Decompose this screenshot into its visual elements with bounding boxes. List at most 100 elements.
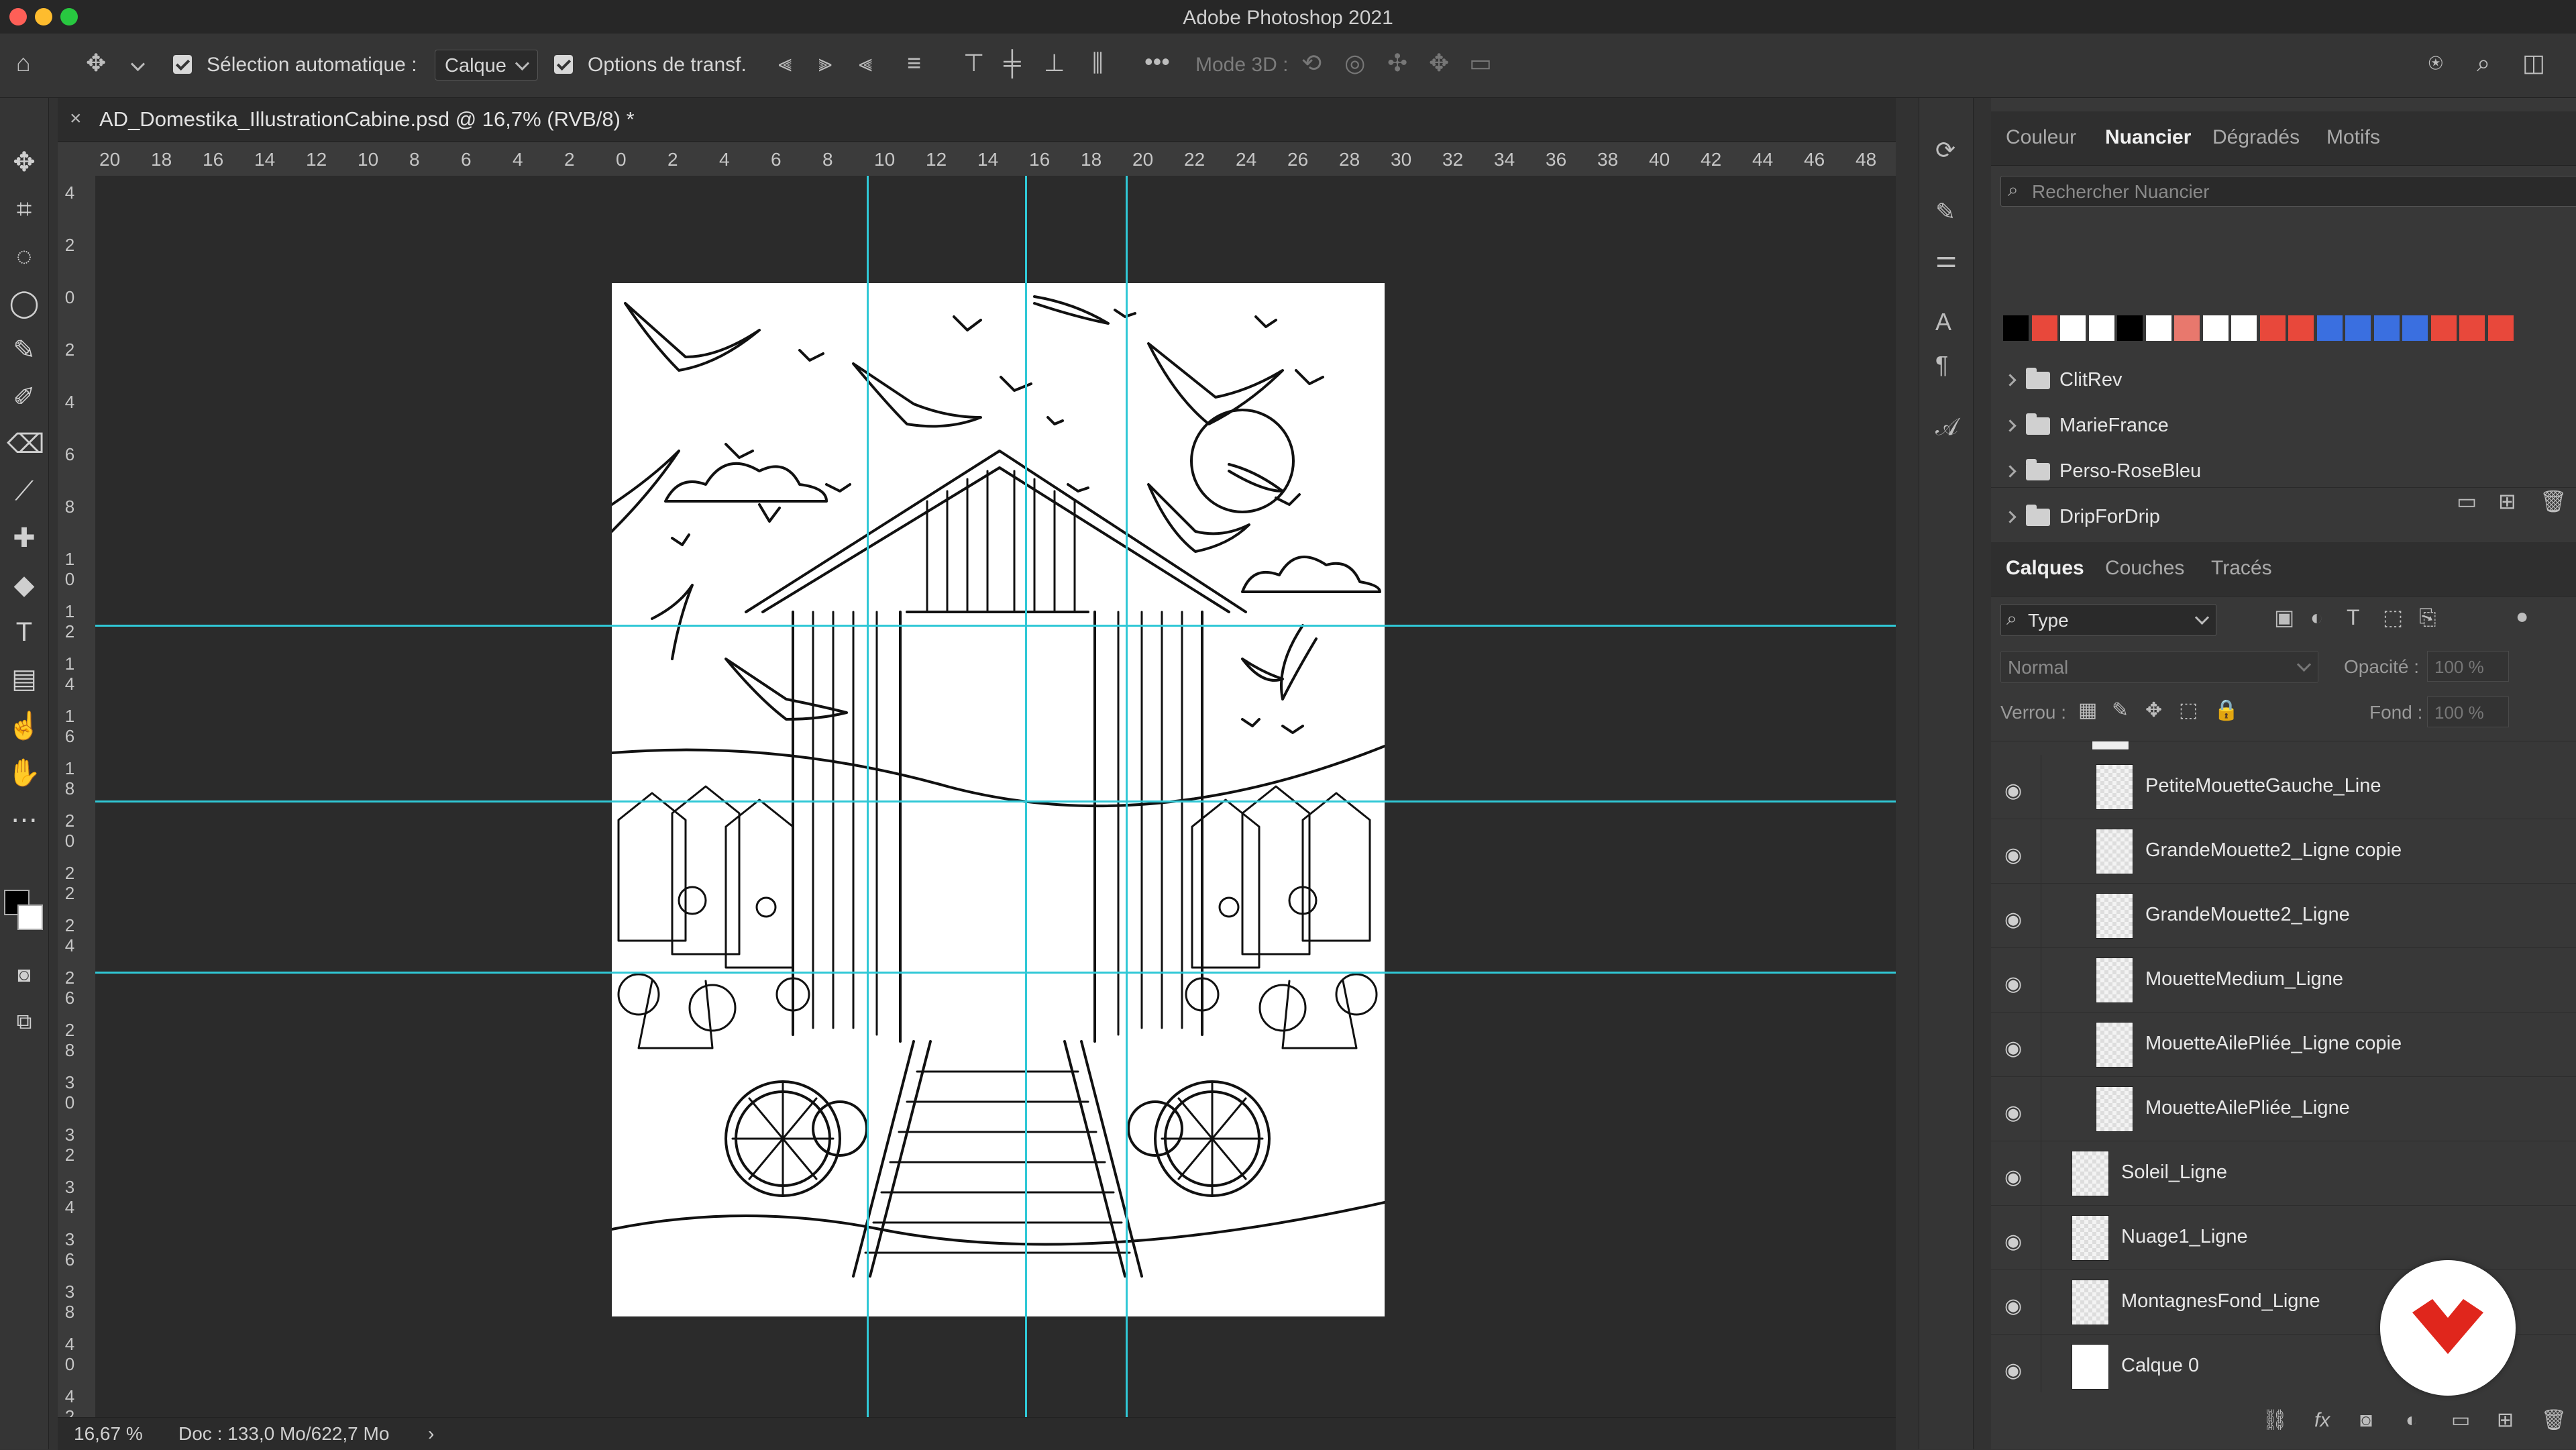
visibility-eye-icon[interactable]: ◉ (2004, 1037, 2022, 1060)
paint-bucket-tool-icon[interactable]: ◆ (7, 568, 42, 603)
color-swatch[interactable] (2288, 315, 2314, 341)
lock-artboard-icon[interactable]: ⬚ (2179, 701, 2198, 721)
layer-thumbnail[interactable] (2072, 1215, 2109, 1261)
tab-traces[interactable]: Tracés (2211, 557, 2272, 580)
layer-thumbnail[interactable] (2072, 1151, 2109, 1196)
guide-vertical-3[interactable] (1126, 176, 1128, 1417)
layer-filter-dropdown[interactable]: ⌕ Type (2000, 604, 2216, 636)
color-swatch[interactable] (2459, 315, 2485, 341)
layer-name[interactable]: Nuage1_Ligne (2121, 1226, 2248, 1248)
chevron-right-icon[interactable] (2004, 374, 2017, 386)
brush-settings-icon[interactable]: ✎ (1935, 200, 1955, 224)
visibility-eye-icon[interactable]: ◉ (2004, 1359, 2022, 1382)
filter-shape-icon[interactable]: ⬚ (2383, 607, 2403, 628)
color-swatch[interactable] (2316, 315, 2343, 341)
vertical-ruler[interactable]: 4 2 0 2 4 6 8 1 0 1 2 1 4 1 6 1 8 2 0 2 2 2 4 2 6 2 8 3 0… (58, 176, 96, 1427)
color-swatch[interactable] (2345, 315, 2371, 341)
layer-thumbnail[interactable] (2096, 957, 2133, 1003)
layer-thumbnail[interactable] (2096, 829, 2133, 874)
guide-horizontal-2[interactable] (95, 800, 1896, 802)
tab-couleur[interactable]: Couleur (2006, 126, 2076, 149)
hand-tool-icon[interactable]: ✋ (7, 756, 42, 790)
new-group-folder-icon[interactable]: ▭ (2457, 490, 2477, 512)
layer-row[interactable]: ◉ MouetteMedium_Ligne (1991, 948, 2576, 1013)
swatch-group-item[interactable]: MarieFrance (1991, 404, 2576, 450)
layer-name[interactable]: MouetteAilePliée_Ligne copie (2145, 1033, 2402, 1055)
auto-select-checkbox[interactable] (173, 55, 192, 74)
align-center-h-icon[interactable]: ⫸ (818, 51, 832, 75)
glyphs-icon[interactable]: 𝒜 (1935, 415, 1958, 439)
move-tool-icon[interactable]: ✥ (86, 51, 106, 75)
new-layer-icon[interactable]: ⊞ (2497, 1410, 2514, 1431)
type-tool-icon[interactable]: T (7, 615, 42, 650)
adjustments-icon[interactable]: ⚌ (1935, 247, 1957, 271)
filter-pixel-icon[interactable]: ▣ (2274, 607, 2294, 628)
delete-swatch-icon[interactable]: 🗑 (2540, 490, 2567, 512)
layer-thumbnail[interactable] (2096, 764, 2133, 810)
layer-thumbnail[interactable] (2072, 1280, 2109, 1325)
visibility-eye-icon[interactable]: ◉ (2004, 972, 2022, 996)
horizontal-ruler[interactable]: 20 18 16 14 12 10 8 6 4 2 0 2 4 6 8 10 12 14 16 18 20 22 24 26 2… (58, 142, 1896, 176)
color-swatch[interactable] (2060, 315, 2086, 341)
filter-toggle-icon[interactable]: ● (2516, 605, 2528, 627)
align-middle-icon[interactable]: ╪ (1004, 51, 1021, 75)
layer-style-fx-icon[interactable]: fx (2314, 1410, 2330, 1431)
tool-preset-chevron-down-icon[interactable] (130, 56, 146, 72)
more-tools-icon[interactable]: ⋯ (7, 802, 42, 837)
crop-tool-icon[interactable]: ⌗ (7, 192, 42, 227)
color-swatch[interactable] (2402, 315, 2428, 341)
screen-mode-icon[interactable]: ⧉ (7, 1004, 42, 1039)
link-layers-icon[interactable]: ⛓ (2262, 1410, 2288, 1431)
healing-tool-icon[interactable]: ✚ (7, 521, 42, 556)
lock-position-icon[interactable]: ✥ (2145, 701, 2162, 721)
layer-row[interactable]: ◉ GrandeMouette2_Ligne copie (1991, 819, 2576, 884)
background-color-swatch[interactable] (17, 904, 43, 930)
layer-thumbnail[interactable] (2096, 1022, 2133, 1068)
fill-input[interactable]: 100 % (2427, 696, 2509, 727)
filter-type-icon[interactable]: T (2347, 607, 2360, 628)
visibility-eye-icon[interactable]: ◉ (2004, 1166, 2022, 1189)
character-icon[interactable]: A (1935, 310, 1951, 334)
color-swatch[interactable] (2373, 315, 2400, 341)
layer-row[interactable]: ◉ PetiteMouetteGauche_Line (1991, 755, 2576, 819)
filter-smart-object-icon[interactable]: ⎘ (2419, 607, 2436, 628)
layer-name[interactable]: GrandeMouette2_Ligne copie (2145, 839, 2402, 862)
distribute-v-icon[interactable]: ⫼ (1092, 51, 1104, 75)
opacity-input[interactable]: 100 % (2427, 651, 2509, 682)
guide-vertical-1[interactable] (867, 176, 869, 1417)
layer-row[interactable]: ◉ MouetteAilePliée_Ligne (1991, 1077, 2576, 1141)
align-right-icon[interactable]: ⫷ (859, 51, 872, 75)
more-options-icon[interactable]: ••• (1144, 50, 1170, 74)
status-menu-arrow-icon[interactable]: › (428, 1423, 434, 1445)
move-tool-icon[interactable]: ✥ (7, 145, 42, 180)
color-swatch[interactable] (2231, 315, 2257, 341)
color-swatch[interactable] (2031, 315, 2057, 341)
layer-row[interactable]: ◉ Soleil_Ligne (1991, 1141, 2576, 1206)
layer-name[interactable]: MouetteAilePliée_Ligne (2145, 1097, 2350, 1119)
lock-all-icon[interactable]: 🔒 (2214, 701, 2239, 721)
auto-select-dropdown[interactable]: Calque (435, 50, 538, 81)
align-bottom-icon[interactable]: ⊥ (1044, 51, 1065, 75)
quick-select-tool-icon[interactable]: ✎ (7, 333, 42, 368)
tab-calques[interactable]: Calques (2006, 557, 2084, 580)
orbit-3d-icon[interactable]: ⟲ (1301, 51, 1322, 75)
eraser-tool-icon[interactable]: ⌫ (7, 427, 45, 462)
add-mask-icon[interactable]: ◙ (2360, 1410, 2372, 1431)
color-swatch[interactable] (2003, 315, 2029, 341)
layer-name[interactable]: PetiteMouetteGauche_Line (2145, 775, 2381, 797)
lock-pixels-icon[interactable]: ✎ (2112, 701, 2129, 721)
layer-name[interactable]: GrandeMouette2_Ligne (2145, 904, 2350, 926)
close-document-icon[interactable]: × (70, 107, 82, 130)
layer-name[interactable]: Soleil_Ligne (2121, 1161, 2227, 1184)
visibility-eye-icon[interactable]: ◉ (2004, 1294, 2022, 1318)
color-swatch[interactable] (2174, 315, 2200, 341)
chevron-right-icon[interactable] (2004, 465, 2017, 478)
color-swatch[interactable] (2088, 315, 2114, 341)
visibility-eye-icon[interactable]: ◉ (2004, 779, 2022, 802)
layer-name[interactable]: MouetteMedium_Ligne (2145, 968, 2343, 990)
color-swatch[interactable] (2202, 315, 2229, 341)
chevron-right-icon[interactable] (2004, 419, 2017, 432)
tab-nuancier[interactable]: Nuancier (2105, 126, 2191, 149)
paragraph-icon[interactable]: ¶ (1935, 353, 1948, 377)
visibility-eye-icon[interactable]: ◉ (2004, 1230, 2022, 1253)
